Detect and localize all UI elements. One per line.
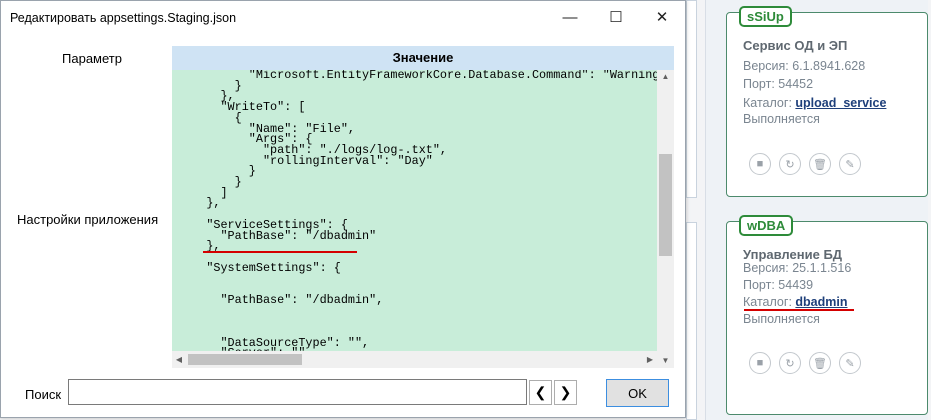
service-card-ssiup: sSiUp Сервис ОД и ЭП Версия: 6.1.8941.62… xyxy=(726,6,928,197)
service-status: Выполняется xyxy=(743,312,820,326)
service-version: Версия: 25.1.1.516 xyxy=(743,261,852,275)
horizontal-scrollbar[interactable]: ◀ ▶ xyxy=(172,351,657,368)
catalog-label: Каталог: xyxy=(743,96,792,110)
edit-icon[interactable]: ✎ xyxy=(839,153,861,175)
maximize-icon[interactable]: ☐ xyxy=(593,1,639,33)
stop-icon[interactable]: ■ xyxy=(749,352,771,374)
restart-icon[interactable]: ↻ xyxy=(779,153,801,175)
stop-icon[interactable]: ■ xyxy=(749,153,771,175)
json-code[interactable]: "Microsoft.EntityFrameworkCore.Database.… xyxy=(178,70,666,368)
service-catalog: Каталог: upload_service xyxy=(743,96,886,110)
scroll-thumb[interactable] xyxy=(659,154,672,256)
vertical-scrollbar[interactable]: ▲ ▼ xyxy=(657,70,674,368)
service-status: Выполняется xyxy=(743,112,820,126)
service-title: Управление БД xyxy=(743,247,843,262)
service-port: Порт: 54452 xyxy=(743,77,814,91)
scroll-left-icon[interactable]: ◀ xyxy=(172,351,186,368)
highlight-underline xyxy=(744,309,854,311)
edit-dialog: Редактировать appsettings.Staging.json —… xyxy=(0,0,686,418)
ok-button[interactable]: OK xyxy=(606,379,669,407)
delete-icon[interactable]: 🗑 xyxy=(809,153,831,175)
scroll-right-icon[interactable]: ▶ xyxy=(643,351,657,368)
service-tag: sSiUp xyxy=(739,6,792,27)
search-prev-button[interactable]: ❮ xyxy=(529,380,552,405)
search-input[interactable] xyxy=(68,379,527,405)
catalog-link[interactable]: dbadmin xyxy=(795,295,847,309)
highlight-underline xyxy=(203,251,357,253)
service-title: Сервис ОД и ЭП xyxy=(743,38,848,53)
service-card-wdba: wDBA Управление БД Версия: 25.1.1.516 По… xyxy=(726,215,928,415)
json-editor[interactable]: "Microsoft.EntityFrameworkCore.Database.… xyxy=(172,70,674,368)
service-catalog: Каталог: dbadmin xyxy=(743,295,848,309)
edit-icon[interactable]: ✎ xyxy=(839,352,861,374)
row-label: Настройки приложения xyxy=(17,212,159,227)
restart-icon[interactable]: ↻ xyxy=(779,352,801,374)
minimize-icon[interactable]: — xyxy=(547,1,593,33)
title-bar: Редактировать appsettings.Staging.json —… xyxy=(1,1,685,33)
service-actions: ■ ↻ 🗑 ✎ xyxy=(749,153,861,175)
scroll-down-icon[interactable]: ▼ xyxy=(657,354,674,368)
scroll-thumb[interactable] xyxy=(188,354,302,365)
delete-icon[interactable]: 🗑 xyxy=(809,352,831,374)
service-port: Порт: 54439 xyxy=(743,278,814,292)
background-panel xyxy=(686,222,697,420)
service-version: Версия: 6.1.8941.628 xyxy=(743,59,866,73)
search-next-button[interactable]: ❯ xyxy=(554,380,577,405)
column-header-value: Значение xyxy=(172,46,674,70)
service-tag: wDBA xyxy=(739,215,794,236)
dialog-title: Редактировать appsettings.Staging.json xyxy=(10,11,237,25)
catalog-link[interactable]: upload_service xyxy=(795,96,886,110)
close-icon[interactable]: ✕ xyxy=(639,1,685,33)
column-header-param: Параметр xyxy=(62,51,122,66)
search-label: Поиск xyxy=(25,387,62,402)
catalog-label: Каталог: xyxy=(743,295,792,309)
background-panel xyxy=(686,0,697,198)
scroll-up-icon[interactable]: ▲ xyxy=(657,70,674,84)
service-actions: ■ ↻ 🗑 ✎ xyxy=(749,352,861,374)
